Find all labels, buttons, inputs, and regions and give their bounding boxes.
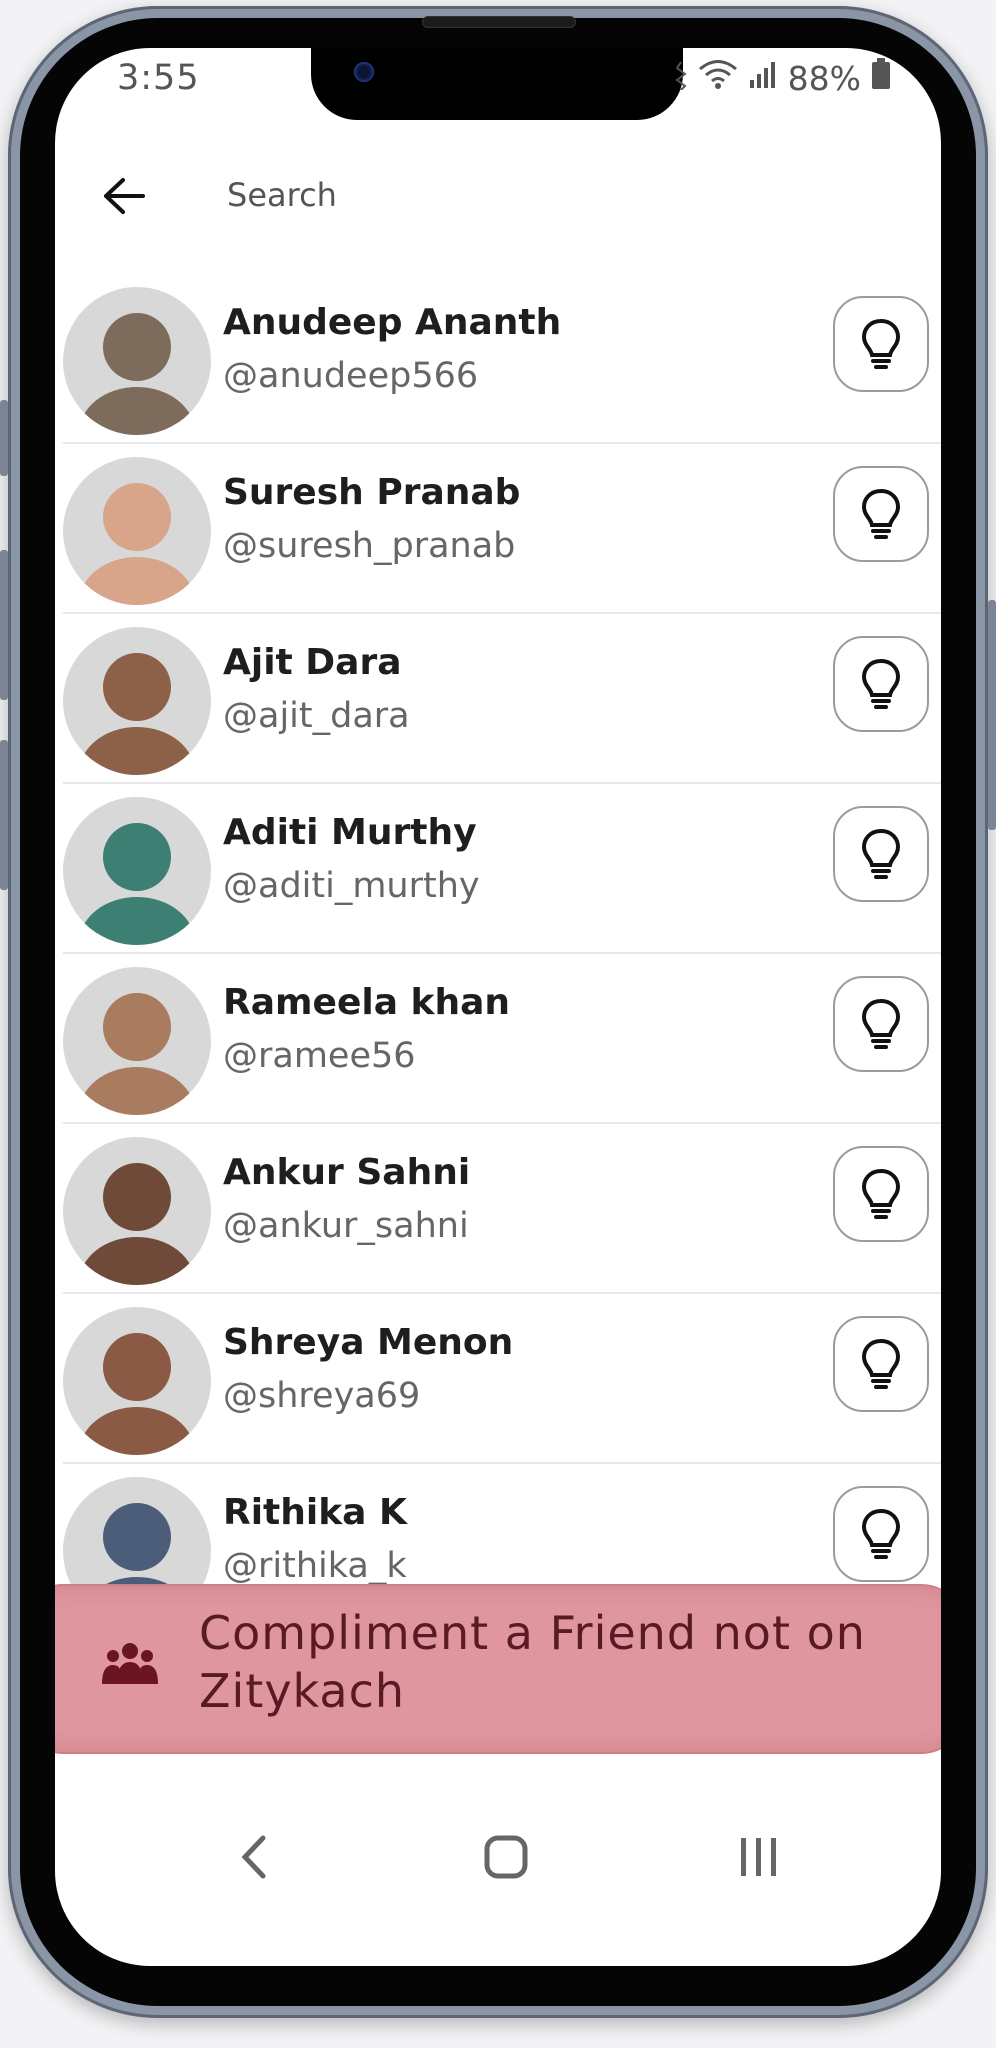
avatar (63, 967, 211, 1115)
contact-name: Rithika K (223, 1492, 407, 1533)
invite-friend-banner[interactable]: Compliment a Friend not on Zitykach (55, 1584, 941, 1754)
contact-name: Rameela khan (223, 982, 511, 1023)
contact-list: Anudeep Ananth @anudeep566 Suresh Pranab @s… (63, 274, 941, 1614)
contact-handle: @suresh_pranab (223, 526, 516, 566)
lightbulb-icon (861, 1168, 901, 1219)
contact-handle: @anudeep566 (223, 356, 479, 396)
contact-handle: @ankur_sahni (223, 1206, 469, 1246)
compliment-button[interactable] (833, 296, 929, 392)
avatar (63, 457, 211, 605)
contact-handle: @shreya69 (223, 1376, 421, 1416)
arrow-left-icon (104, 178, 145, 214)
contact-row[interactable]: Aditi Murthy @aditi_murthy (63, 784, 941, 954)
avatar (63, 1137, 211, 1285)
compliment-button[interactable] (833, 1146, 929, 1242)
signal-icon (748, 59, 778, 98)
status-icons: 88% (674, 58, 891, 98)
contact-name: Anudeep Ananth (223, 302, 562, 343)
avatar (63, 1307, 211, 1455)
contact-handle: @aditi_murthy (223, 866, 480, 906)
lightbulb-icon (861, 488, 901, 539)
lightbulb-icon (861, 1508, 901, 1559)
screen: 3:55 88% Search Anudeep Ananth @anudeep5… (55, 48, 941, 1966)
group-icon (101, 1642, 159, 1690)
compliment-button[interactable] (833, 806, 929, 902)
earpiece-speaker (422, 16, 576, 28)
avatar (63, 287, 211, 435)
contact-row[interactable]: Shreya Menon @shreya69 (63, 1294, 941, 1464)
contact-row[interactable]: Anudeep Ananth @anudeep566 (63, 274, 941, 444)
contact-name: Ajit Dara (223, 642, 402, 683)
search-input[interactable] (225, 166, 829, 224)
front-camera-icon (354, 62, 374, 82)
compliment-button[interactable] (833, 1486, 929, 1582)
search-header (55, 138, 941, 248)
contact-name: Aditi Murthy (223, 812, 477, 853)
compliment-button[interactable] (833, 1316, 929, 1412)
home-square-icon (484, 1835, 528, 1879)
contact-row[interactable]: Suresh Pranab @suresh_pranab (63, 444, 941, 614)
chevron-left-icon (241, 1835, 266, 1879)
contact-row[interactable]: Ankur Sahni @ankur_sahni (63, 1124, 941, 1294)
android-nav-bar (55, 1808, 941, 1908)
volume-down-button (0, 550, 8, 700)
lightbulb-icon (861, 318, 901, 369)
volume-up-button (0, 400, 8, 476)
contact-name: Ankur Sahni (223, 1152, 471, 1193)
power-button (0, 740, 8, 890)
recents-icon (741, 1838, 776, 1876)
battery-percent: 88% (787, 58, 861, 98)
contact-handle: @rithika_k (223, 1546, 407, 1586)
nav-home-button[interactable] (482, 1830, 530, 1888)
lightbulb-icon (861, 1338, 901, 1389)
camera-notch (311, 48, 683, 120)
contact-list-viewport: Anudeep Ananth @anudeep566 Suresh Pranab @s… (55, 274, 941, 1614)
banner-label: Compliment a Friend not on Zitykach (199, 1606, 866, 1718)
contact-handle: @ajit_dara (223, 696, 410, 736)
nav-recents-button[interactable] (735, 1830, 783, 1888)
battery-icon (871, 58, 891, 98)
contact-handle: @ramee56 (223, 1036, 416, 1076)
compliment-button[interactable] (833, 636, 929, 732)
status-time: 3:55 (117, 58, 200, 98)
vibrate-icon (674, 59, 688, 98)
contact-name: Shreya Menon (223, 1322, 514, 1363)
contact-row[interactable]: Ajit Dara @ajit_dara (63, 614, 941, 784)
contact-name: Suresh Pranab (223, 472, 521, 513)
side-key (988, 600, 996, 830)
avatar (63, 627, 211, 775)
compliment-button[interactable] (833, 466, 929, 562)
back-button[interactable] (95, 168, 151, 224)
nav-back-button[interactable] (235, 1830, 275, 1888)
contact-row[interactable]: Rameela khan @ramee56 (63, 954, 941, 1124)
compliment-button[interactable] (833, 976, 929, 1072)
lightbulb-icon (861, 998, 901, 1049)
lightbulb-icon (861, 658, 901, 709)
wifi-icon (698, 58, 738, 98)
lightbulb-icon (861, 828, 901, 879)
avatar (63, 797, 211, 945)
